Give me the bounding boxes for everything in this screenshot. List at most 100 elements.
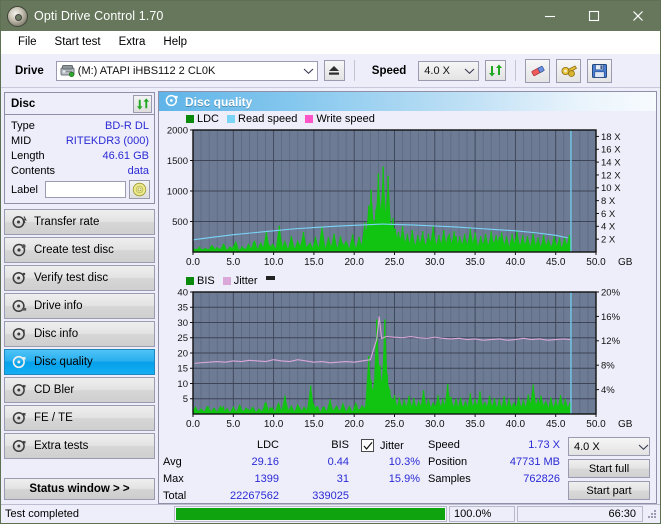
legend-label-bis: BIS [197,275,215,287]
progress-bar [174,506,447,522]
legend-label-jitter: Jitter [233,275,258,287]
disc-row-mid: MID RITEKDR3 (000) [5,133,154,148]
svg-text:45.0: 45.0 [546,257,566,268]
menu-item-help[interactable]: Help [154,34,196,50]
disc-value-type: BD-R DL [104,119,149,132]
disc-box-title: Disc [11,97,36,110]
disc-verify-icon [12,271,27,285]
maximize-button[interactable] [572,1,616,31]
stats-row-label-max: Max [163,473,184,485]
start-full-button[interactable]: Start full [568,459,650,478]
svg-text:20.0: 20.0 [344,257,364,268]
sidebar-item-fe-te[interactable]: FE / TE [4,405,155,431]
tools-button[interactable] [556,58,582,83]
status-window-button[interactable]: Status window > > [4,478,155,500]
jitter-checkbox[interactable] [361,439,374,452]
refresh-button[interactable] [485,60,507,81]
sidebar-label: Create test disc [34,244,114,256]
svg-text:45.0: 45.0 [546,419,566,430]
legend-swatch-ldc [186,115,194,123]
disc-quality-panel: Disc quality LDC Read speed Write speed … [158,91,657,504]
svg-text:0.0: 0.0 [186,419,200,430]
disc-key-mid: MID [11,134,32,147]
sidebar-item-create-test-disc[interactable]: Create test disc [4,237,155,263]
legend-label-ldc: LDC [197,113,220,125]
svg-text:1000: 1000 [167,186,188,197]
title-bar: Opti Drive Control 1.70 [1,1,660,31]
svg-text:50.0: 50.0 [586,419,606,430]
disc-refresh-button[interactable] [133,94,152,113]
jitter-header: Jitter [361,437,428,454]
sidebar-label: CD Bler [34,384,75,396]
svg-text:10 X: 10 X [601,183,621,194]
menu-item-extra[interactable]: Extra [110,34,155,50]
sidebar-item-cd-bler[interactable]: CD Bler [4,377,155,403]
sidebar-item-verify-test-disc[interactable]: Verify test disc [4,265,155,291]
bis-chart: 5 10 15 20 25 30 35 40 4% 8% 12% 16% 20% 0.0 5.0 10.0 15… [159,288,656,434]
minimize-button[interactable] [528,1,572,31]
stats-max-bis: 31 [336,473,349,485]
svg-text:30.0: 30.0 [425,257,445,268]
cd-icon-button[interactable] [129,180,150,199]
disc-fete-icon [12,411,27,425]
svg-text:GB: GB [618,257,633,268]
svg-text:12%: 12% [601,336,621,347]
stats-row-label-total: Total [163,490,187,502]
toolbar: Drive (M:) ATAPI iHBS112 2 CL0K Speed 4.… [1,54,660,88]
svg-text:40.0: 40.0 [506,419,526,430]
stats-row: LDC BIS Avg 29.16 0.44 Max 1399 31 Total… [159,434,656,507]
drive-value: (M:) ATAPI iHBS112 2 CL0K [77,64,216,77]
svg-text:15: 15 [177,364,188,375]
erase-button[interactable] [525,58,551,83]
stats-corner [163,437,207,454]
sidebar-item-extra-tests[interactable]: Extra tests [4,433,155,459]
status-message: Test completed [5,508,79,520]
disc-value-mid: RITEKDR3 (000) [65,134,149,147]
sidebar-item-disc-quality[interactable]: Disc quality [4,349,155,375]
window-title: Opti Drive Control 1.70 [34,9,164,23]
disc-info-icon [12,327,27,341]
disc-write-icon [12,243,27,257]
drive-select[interactable]: (M:) ATAPI iHBS112 2 CL0K [55,60,318,81]
status-bar: Test completed 100.0% 66:30 [1,504,660,523]
position-value: 47731 MB [509,456,560,468]
speed-stat-label: Speed [428,439,460,451]
sidebar-item-disc-info[interactable]: Disc info [4,321,155,347]
resize-grip[interactable] [646,508,658,520]
svg-text:10.0: 10.0 [264,419,284,430]
sidebar-item-transfer-rate[interactable]: Transfer rate [4,209,155,235]
speed-select[interactable]: 4.0 X [418,60,480,81]
eject-button[interactable] [323,60,345,81]
menu-item-file[interactable]: File [9,34,46,50]
close-button[interactable] [616,1,660,31]
svg-text:20%: 20% [601,288,621,298]
speed-stat-value: 1.73 X [528,439,560,451]
start-part-button[interactable]: Start part [568,481,650,500]
nav-list: Transfer rate Create test disc Verify te… [4,209,155,459]
test-speed-select[interactable]: 4.0 X [568,437,650,456]
legend-swatch-read-speed [227,115,236,123]
svg-text:0.0: 0.0 [186,257,200,268]
elapsed-time: 66:30 [517,506,643,522]
speed-label: Speed [371,64,407,77]
sidebar-label: Verify test disc [34,272,109,284]
main-body: Disc Type BD-R DL MID RITEKDR3 (000) Len… [1,88,660,504]
menu-item-start-test[interactable]: Start test [46,34,110,50]
svg-text:5: 5 [183,394,188,405]
disc-key-length: Length [11,149,45,162]
disc-value-length: 46.61 GB [102,149,149,162]
svg-text:12 X: 12 X [601,170,621,181]
disc-row-type: Type BD-R DL [5,118,154,133]
sidebar-item-drive-info[interactable]: Drive info [4,293,155,319]
svg-text:20: 20 [177,348,188,359]
disc-box-header: Disc [5,93,154,115]
legend-label-read-speed: Read speed [238,113,298,125]
speed-column: Speed 1.73 X Position 47731 MB Samples 7… [428,437,568,505]
progress-percent: 100.0% [449,506,515,522]
test-speed-value: 4.0 X [574,440,600,453]
svg-text:14 X: 14 X [601,158,621,169]
save-button[interactable] [587,58,613,83]
disc-label-input[interactable] [44,181,126,198]
drive-info-icon [12,299,27,313]
sidebar-label: Disc info [34,328,79,340]
